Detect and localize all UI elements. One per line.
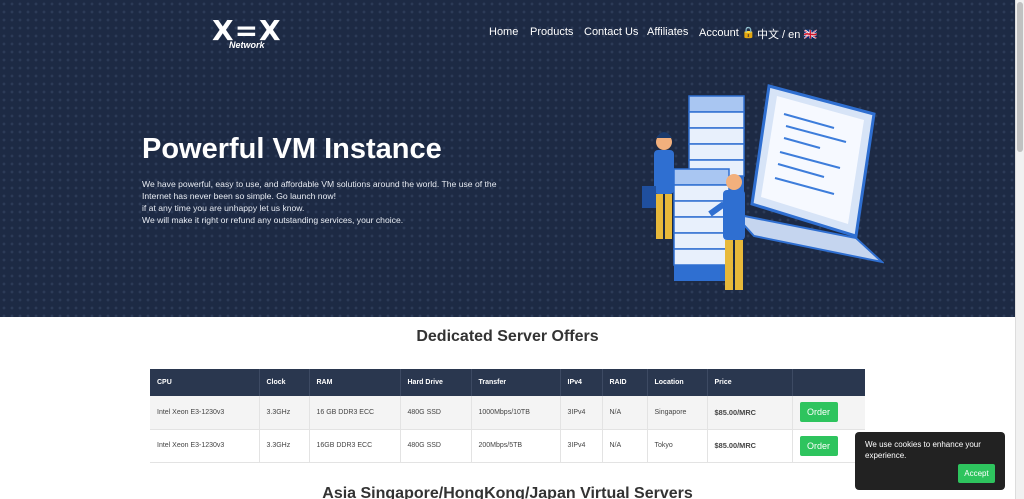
server-illustration (642, 84, 884, 290)
nav-account[interactable]: Account 🔒 (699, 26, 756, 39)
scrollbar-thumb[interactable] (1017, 2, 1023, 152)
table-row: Intel Xeon E3-1230v3 3.3GHz 16GB DDR3 EC… (150, 429, 865, 463)
nav-products[interactable]: Products (530, 26, 573, 38)
header-ipv4: IPv4 (560, 369, 603, 396)
header-price: Price (707, 369, 793, 396)
table-header-row: CPU Clock RAM Hard Drive Transfer IPv4 R… (150, 369, 865, 396)
header-hard-drive: Hard Drive (400, 369, 472, 396)
order-button[interactable]: Order (799, 435, 838, 456)
cell-cpu: Intel Xeon E3-1230v3 (150, 429, 260, 463)
nav-contact[interactable]: Contact Us (584, 26, 638, 38)
hero-line: if at any time you are unhappy let us kn… (142, 203, 305, 213)
nav-language-switch[interactable]: 中文 / en 🇬🇧 (757, 26, 817, 42)
cell-price: $85.00/MRC (707, 429, 793, 463)
cell-transfer: 200Mbps/5TB (471, 429, 561, 463)
cell-cpu: Intel Xeon E3-1230v3 (150, 396, 260, 430)
cell-clock: 3.3GHz (259, 429, 310, 463)
logo-subtitle: Network (229, 40, 265, 50)
header-clock: Clock (259, 369, 310, 396)
hero-description: We have powerful, easy to use, and affor… (142, 178, 502, 226)
cookie-message: We use cookies to enhance your experienc… (865, 440, 981, 460)
header-raid: RAID (602, 369, 648, 396)
header-cpu: CPU (150, 369, 260, 396)
hero-line: Internet has never been so simple. Go la… (142, 191, 336, 201)
hero-banner: X=X Network Home Products Contact Us Aff… (0, 0, 1015, 317)
cookie-accept-button[interactable]: Accept (958, 464, 995, 483)
cookie-banner: We use cookies to enhance your experienc… (855, 432, 1005, 490)
cell-raid: N/A (602, 429, 648, 463)
hero-line: We have powerful, easy to use, and affor… (142, 179, 497, 189)
page-scrollbar[interactable] (1015, 0, 1024, 499)
hero-title: Powerful VM Instance (142, 133, 442, 165)
cell-clock: 3.3GHz (259, 396, 310, 430)
header-action (792, 369, 865, 396)
person-left-illustration (642, 132, 674, 239)
cell-ipv4: 3IPv4 (560, 396, 603, 430)
cell-price: $85.00/MRC (707, 396, 793, 430)
hero-line: We will make it right or refund any outs… (142, 215, 404, 225)
cell-transfer: 1000Mbps/10TB (471, 396, 561, 430)
order-button[interactable]: Order (799, 402, 838, 423)
header-ram: RAM (309, 369, 401, 396)
server-stack-front (673, 168, 730, 281)
cell-drive: 480G SSD (400, 396, 472, 430)
cell-ram: 16GB DDR3 ECC (309, 429, 401, 463)
dedicated-offers-table: CPU Clock RAM Hard Drive Transfer IPv4 R… (150, 369, 865, 463)
cell-ipv4: 3IPv4 (560, 429, 603, 463)
cell-drive: 480G SSD (400, 429, 472, 463)
cell-location: Singapore (647, 396, 708, 430)
site-logo[interactable]: X=X Network (212, 14, 284, 52)
nav-home[interactable]: Home (489, 26, 518, 38)
laptop-illustration (731, 84, 884, 264)
header-location: Location (647, 369, 708, 396)
nav-affiliates[interactable]: Affiliates (647, 26, 688, 38)
cell-raid: N/A (602, 396, 648, 430)
cell-location: Tokyo (647, 429, 708, 463)
table-row: Intel Xeon E3-1230v3 3.3GHz 16 GB DDR3 E… (150, 396, 865, 430)
dedicated-section-title: Dedicated Server Offers (416, 328, 599, 345)
header-transfer: Transfer (471, 369, 561, 396)
cell-ram: 16 GB DDR3 ECC (309, 396, 401, 430)
